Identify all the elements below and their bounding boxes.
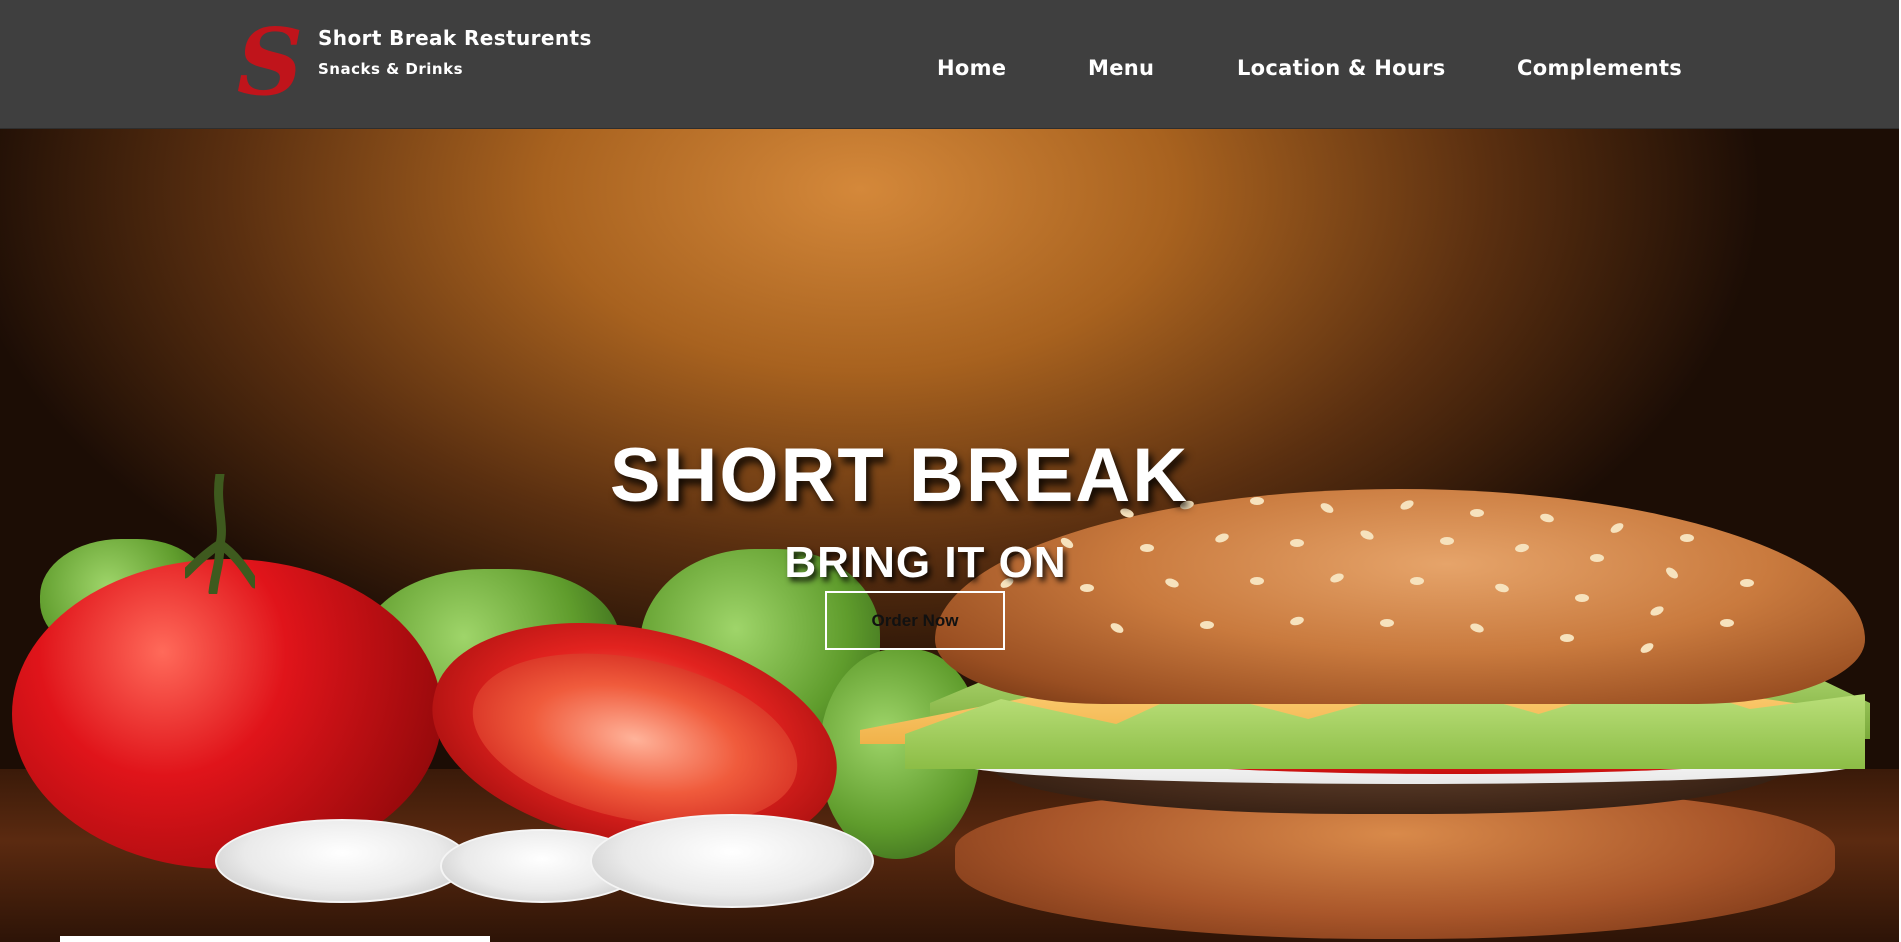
burger-bun-top: [935, 489, 1865, 704]
onion-slice: [590, 814, 874, 908]
page: S Short Break Resturents Snacks & Drinks…: [0, 0, 1901, 942]
hero-banner: SHORT BREAK BRING IT ON Order Now: [0, 129, 1899, 942]
nav-link-home[interactable]: Home: [937, 56, 1006, 80]
top-navbar: S Short Break Resturents Snacks & Drinks…: [0, 0, 1899, 129]
order-now-button[interactable]: Order Now: [825, 591, 1005, 650]
hero-subtitle: BRING IT ON: [784, 537, 1067, 587]
scroll-indicator: [60, 936, 490, 942]
hero-title: SHORT BREAK: [609, 432, 1190, 518]
brand-name[interactable]: Short Break Resturents: [318, 26, 592, 50]
nav-link-location-hours[interactable]: Location & Hours: [1237, 56, 1446, 80]
main-nav: Home Menu Location & Hours Complements: [0, 56, 1899, 86]
nav-link-menu[interactable]: Menu: [1088, 56, 1154, 80]
onion-slice: [215, 819, 469, 903]
nav-link-complements[interactable]: Complements: [1517, 56, 1682, 80]
